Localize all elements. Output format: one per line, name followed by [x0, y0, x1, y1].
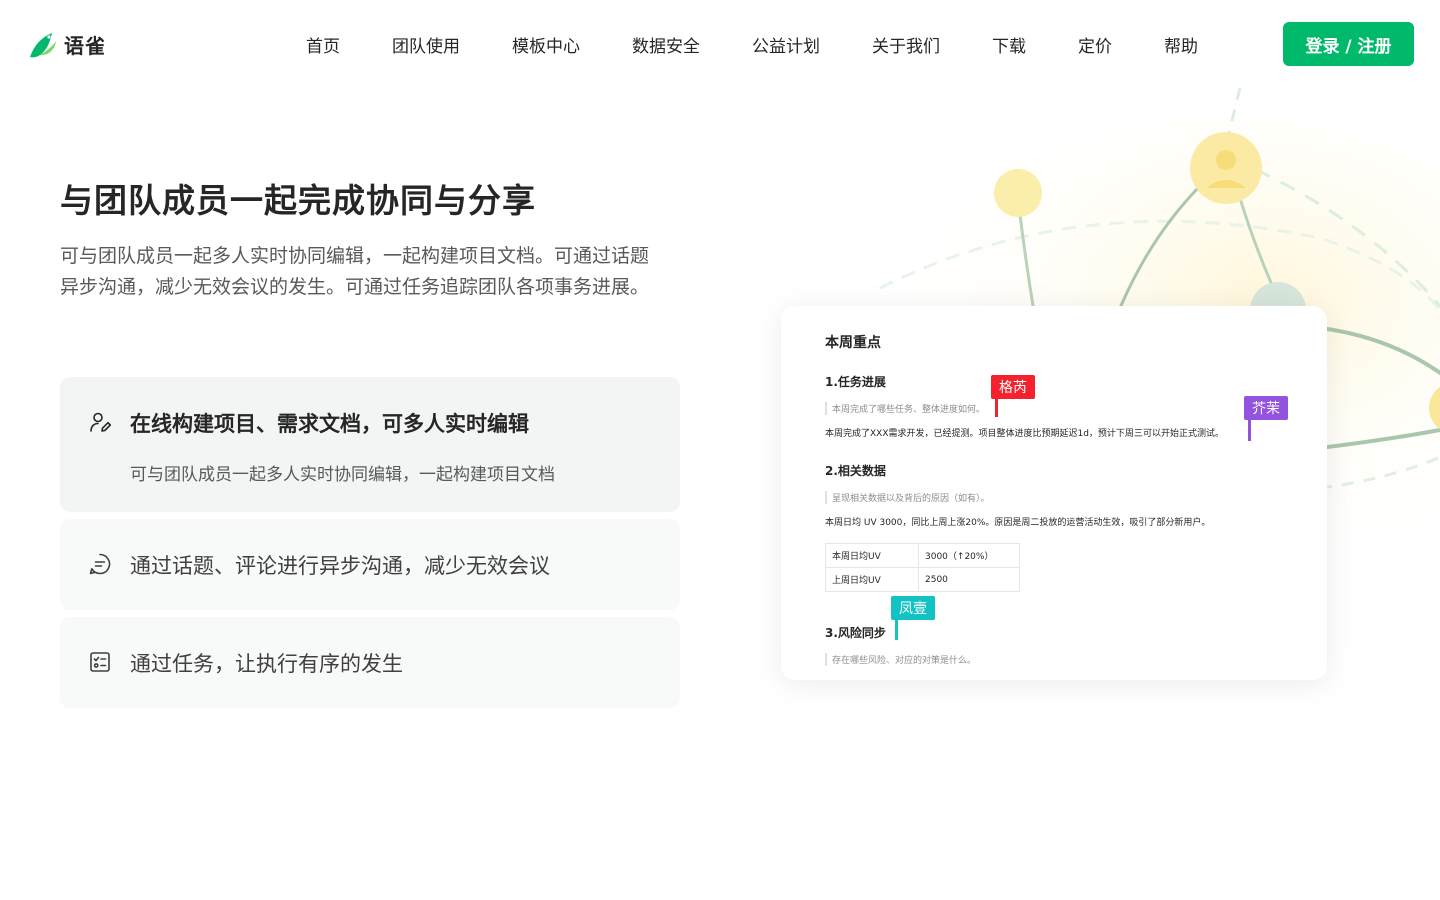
nav-item-security[interactable]: 数据安全 — [632, 32, 700, 57]
doc-data-table: 本周日均UV 3000（↑20%） 上周日均UV 2500 — [825, 543, 1020, 592]
nav-item-team[interactable]: 团队使用 — [392, 32, 460, 57]
doc-quote: 呈现相关数据以及背后的原因（如有）。 — [825, 491, 990, 504]
feature-title: 通过任务，让执行有序的发生 — [130, 652, 403, 676]
logo[interactable]: 语雀 — [28, 30, 106, 59]
doc-quote: 存在哪些风险、对应的对策是什么。 — [825, 653, 976, 666]
feature-card-collab-edit[interactable]: 在线构建项目、需求文档，可多人实时编辑 可与团队成员一起多人实时协同编辑，一起构… — [60, 377, 680, 512]
login-register-button[interactable]: 登录 / 注册 — [1283, 22, 1414, 66]
table-cell: 本周日均UV — [825, 543, 919, 568]
nav-item-templates[interactable]: 模板中心 — [512, 32, 580, 57]
table-row: 本周日均UV 3000（↑20%） — [825, 543, 1020, 568]
feature-subtitle: 可与团队成员一起多人实时协同编辑，一起构建项目文档 — [130, 465, 555, 485]
doc-section-title: 3.风险同步 — [825, 626, 886, 640]
user-edit-icon — [90, 412, 112, 432]
feature-title: 通过话题、评论进行异步沟通，减少无效会议 — [130, 554, 550, 578]
logo-text: 语雀 — [64, 34, 106, 58]
feature-card-tasks[interactable]: 通过任务，让执行有序的发生 — [60, 617, 680, 708]
doc-section-title: 2.相关数据 — [825, 464, 886, 478]
main-nav: 首页 团队使用 模板中心 数据安全 公益计划 关于我们 下载 定价 帮助 — [280, 0, 1224, 88]
yuque-bird-logo-icon — [30, 32, 56, 57]
feature-card-async-discussion[interactable]: 通过话题、评论进行异步沟通，减少无效会议 — [60, 519, 680, 610]
nav-item-home[interactable]: 首页 — [306, 32, 340, 57]
nav-item-pricing[interactable]: 定价 — [1078, 32, 1112, 57]
document-preview-card: 本周重点 1.任务进展 本周完成了哪些任务、整体进度如何。 本周完成了XXX需求… — [781, 306, 1327, 680]
nav-item-download[interactable]: 下载 — [992, 32, 1026, 57]
top-header: 语雀 首页 团队使用 模板中心 数据安全 公益计划 关于我们 下载 定价 帮助 … — [0, 0, 1440, 88]
cursor-caret — [1248, 416, 1251, 441]
table-cell: 3000（↑20%） — [918, 543, 1020, 568]
doc-paragraph: 本周日均 UV 3000，同比上周上涨20%。原因是周二投放的运营活动生效，吸引… — [825, 518, 1211, 528]
nav-item-charity[interactable]: 公益计划 — [752, 32, 820, 57]
doc-paragraph: 本周完成了XXX需求开发，已经提测。项目整体进度比预期延迟1d，预计下周三可以开… — [825, 429, 1224, 439]
hero-title: 与团队成员一起完成协同与分享 — [60, 181, 536, 220]
table-cell: 2500 — [918, 567, 1020, 592]
hero-description: 可与团队成员一起多人实时协同编辑，一起构建项目文档。可通过话题异步沟通，减少无效… — [60, 245, 650, 298]
cursor-caret — [995, 395, 998, 417]
feature-title: 在线构建项目、需求文档，可多人实时编辑 — [130, 412, 529, 436]
table-cell: 上周日均UV — [825, 567, 919, 592]
doc-quote: 本周完成了哪些任务、整体进度如何。 — [825, 402, 985, 415]
chat-bubble-icon — [89, 553, 111, 575]
cursor-caret — [895, 616, 898, 640]
nav-item-about[interactable]: 关于我们 — [872, 32, 940, 57]
doc-heading: 本周重点 — [825, 335, 881, 351]
task-list-icon — [90, 652, 110, 672]
table-row: 上周日均UV 2500 — [825, 567, 1020, 592]
nav-item-help[interactable]: 帮助 — [1164, 32, 1198, 57]
doc-section-title: 1.任务进展 — [825, 375, 886, 389]
